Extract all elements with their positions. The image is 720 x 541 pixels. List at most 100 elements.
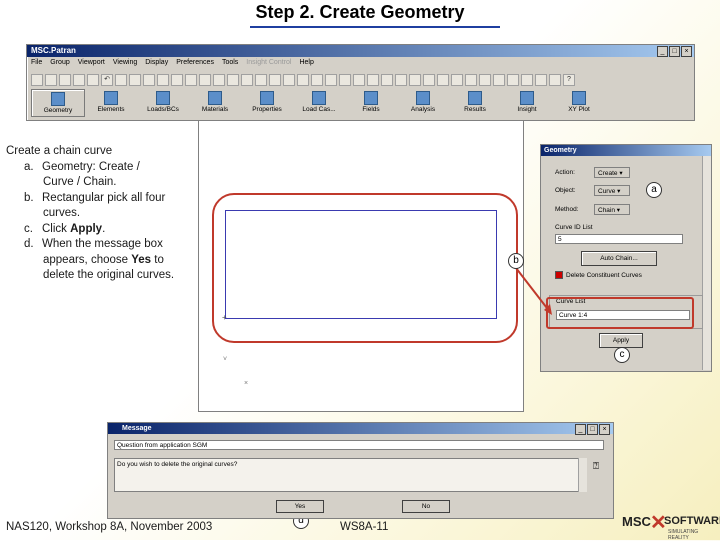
new-icon[interactable] [31, 74, 43, 86]
reset-icon[interactable] [129, 74, 141, 86]
auto-chain-button[interactable]: Auto Chain... [581, 251, 657, 266]
rotate-icon[interactable] [199, 74, 211, 86]
refresh-icon[interactable] [143, 74, 155, 86]
open-icon[interactable] [45, 74, 57, 86]
app-geometry[interactable]: Geometry [31, 89, 85, 117]
materials-icon [208, 91, 222, 105]
view-front-icon[interactable] [227, 74, 239, 86]
app-analysis[interactable]: Analysis [397, 89, 449, 115]
abort-icon[interactable] [115, 74, 127, 86]
message-titlebar: Message [108, 423, 613, 434]
step-d-cont: appears, choose Yes to [43, 253, 164, 266]
step-b: b. Rectangular pick all four [24, 191, 166, 204]
app-label: XY Plot [568, 106, 590, 113]
menu-help[interactable]: Help [299, 59, 313, 66]
object-dropdown[interactable]: Curve ▾ [594, 185, 630, 196]
callout-a: a [646, 182, 662, 198]
patran-title: MSC.Patran [31, 46, 76, 55]
app-elements[interactable]: Elements [85, 89, 137, 115]
method-dropdown[interactable]: Chain ▾ [594, 204, 630, 215]
app-fields[interactable]: Fields [345, 89, 397, 115]
step-d: d. When the message box [24, 238, 163, 250]
display-prop-icon[interactable] [507, 74, 519, 86]
view-side-icon[interactable] [255, 74, 267, 86]
node-icon[interactable] [353, 74, 365, 86]
action-dropdown[interactable]: Create ▾ [594, 167, 630, 178]
menu-display[interactable]: Display [145, 59, 168, 66]
info-icon[interactable] [549, 74, 561, 86]
app-label: Results [464, 106, 486, 113]
view-iso-icon[interactable] [269, 74, 281, 86]
app-load-cases[interactable]: Load Cas... [293, 89, 345, 115]
menu-insight-control[interactable]: Insight Control [246, 59, 291, 66]
app-materials[interactable]: Materials [189, 89, 241, 115]
menu-viewing[interactable]: Viewing [113, 59, 137, 66]
zoom-icon[interactable] [171, 74, 183, 86]
menu-file[interactable]: File [31, 59, 42, 66]
fit-icon[interactable] [185, 74, 197, 86]
show-all-icon[interactable] [409, 74, 421, 86]
element-icon[interactable] [367, 74, 379, 86]
action-label: Action: [555, 169, 575, 176]
callout-b: b [508, 253, 524, 269]
label-icon[interactable] [339, 74, 351, 86]
help-icon[interactable]: ⍰ [593, 461, 599, 472]
wireframe-icon[interactable] [283, 74, 295, 86]
maximize-icon[interactable]: □ [669, 46, 680, 57]
rectangular-pick-highlight [212, 193, 518, 343]
curve-id-input[interactable]: 5 [555, 234, 683, 244]
view-top-icon[interactable] [241, 74, 253, 86]
load-cases-icon [312, 91, 326, 105]
object-label: Object: [555, 187, 576, 194]
app-label: Load Cas... [302, 106, 336, 113]
close-icon[interactable]: × [599, 424, 610, 435]
title-underline [250, 26, 500, 28]
insight-icon[interactable] [535, 74, 547, 86]
save-icon[interactable] [59, 74, 71, 86]
menu-tools[interactable]: Tools [222, 59, 238, 66]
minimize-icon[interactable]: _ [575, 424, 586, 435]
hidden-line-icon[interactable] [297, 74, 309, 86]
app-results[interactable]: Results [449, 89, 501, 115]
loads-icon [156, 91, 170, 105]
pan-icon[interactable] [213, 74, 225, 86]
copy-icon[interactable] [87, 74, 99, 86]
panel-scrollbar[interactable] [702, 156, 711, 370]
center-icon[interactable] [437, 74, 449, 86]
menu-preferences[interactable]: Preferences [176, 59, 214, 66]
undo-icon[interactable]: ↶ [101, 74, 113, 86]
apply-button[interactable]: Apply [599, 333, 643, 348]
smooth-shaded-icon[interactable] [325, 74, 337, 86]
delete-constituent-checkbox[interactable]: Delete Constituent Curves [555, 271, 642, 279]
app-properties[interactable]: Properties [241, 89, 293, 115]
minimize-icon[interactable]: _ [657, 46, 668, 57]
group-icon[interactable] [493, 74, 505, 86]
select-icon[interactable] [157, 74, 169, 86]
spin-icon[interactable] [451, 74, 463, 86]
no-button[interactable]: No [402, 500, 450, 513]
menu-viewport[interactable]: Viewport [78, 59, 105, 66]
preferences-icon[interactable] [521, 74, 533, 86]
app-insight[interactable]: Insight [501, 89, 553, 115]
help-icon[interactable]: ? [563, 74, 575, 86]
curve-list-highlight [546, 297, 694, 329]
app-loads-bcs[interactable]: Loads/BCs [137, 89, 189, 115]
yes-button[interactable]: Yes [276, 500, 324, 513]
mpc-icon[interactable] [381, 74, 393, 86]
highlight-icon[interactable] [479, 74, 491, 86]
message-scrollbar[interactable] [578, 458, 587, 492]
print-icon[interactable] [73, 74, 85, 86]
properties-icon [260, 91, 274, 105]
close-icon[interactable]: × [681, 46, 692, 57]
menu-group[interactable]: Group [50, 59, 69, 66]
plot-erase-icon[interactable] [423, 74, 435, 86]
chevron-down-icon: ▾ [617, 188, 621, 195]
render-icon[interactable] [465, 74, 477, 86]
app-xy-plot[interactable]: XY Plot [553, 89, 605, 115]
point-size-icon[interactable] [395, 74, 407, 86]
app-label: Materials [201, 106, 229, 113]
maximize-icon[interactable]: □ [587, 424, 598, 435]
shaded-icon[interactable] [311, 74, 323, 86]
footer-page: WS8A-11 [340, 521, 389, 533]
message-source: Question from application SGM [114, 440, 604, 450]
